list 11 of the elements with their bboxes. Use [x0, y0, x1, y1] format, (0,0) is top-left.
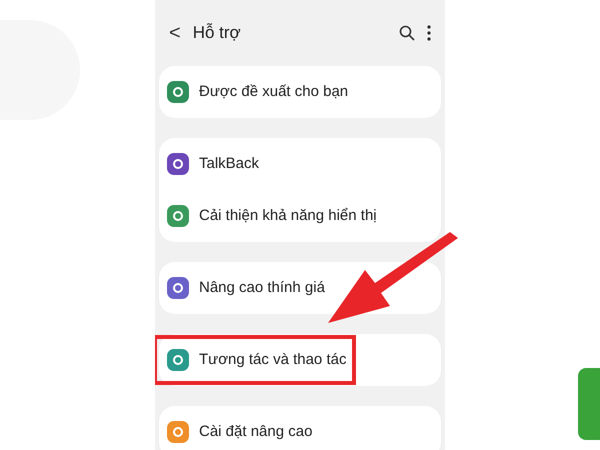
- settings-item[interactable]: Cài đặt nâng cao: [199, 420, 312, 444]
- settings-item[interactable]: Nâng cao thính giá: [199, 276, 325, 300]
- back-button[interactable]: <: [169, 18, 181, 48]
- settings-item[interactable]: TalkBack: [199, 152, 260, 176]
- search-icon[interactable]: [399, 25, 415, 41]
- settings-item[interactable]: Tương tác và thao tác: [199, 348, 346, 372]
- settings-item[interactable]: Được đề xuất cho bạn: [199, 80, 348, 104]
- settings-item[interactable]: Cải thiện khả năng hiển thị: [199, 204, 377, 228]
- more-options-icon[interactable]: [427, 25, 431, 41]
- screen-title: Hỗ trợ: [192, 22, 242, 44]
- side-tab-decoration: [578, 368, 600, 440]
